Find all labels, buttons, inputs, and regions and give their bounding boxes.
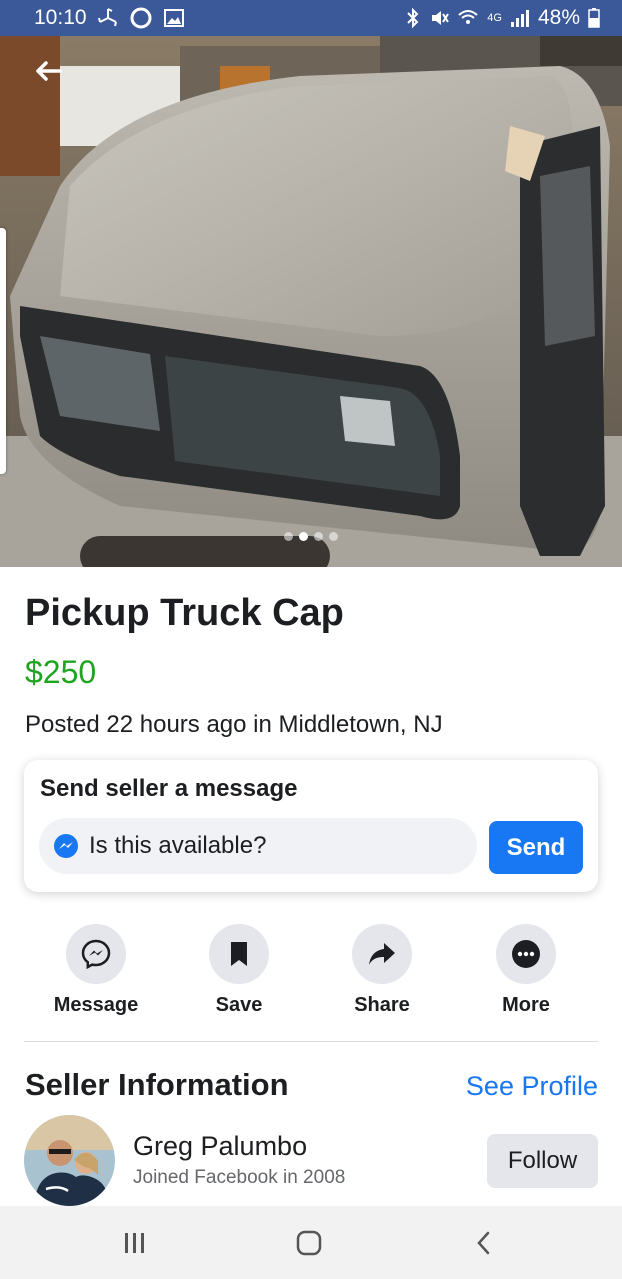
message-input[interactable]: Is this available? [39, 818, 477, 874]
messenger-icon [81, 939, 111, 970]
save-action-label: Save [215, 994, 263, 1016]
back-nav-button[interactable] [464, 1228, 504, 1258]
share-action-circle [352, 924, 412, 984]
listing-posted-info: Posted 22 hours ago in Middletown, NJ [25, 711, 443, 738]
carousel-dot [329, 532, 338, 541]
seller-avatar-image [24, 1115, 115, 1206]
battery-percent: 48% [537, 6, 580, 29]
carousel-dot-active [299, 532, 308, 541]
side-handle[interactable] [0, 228, 6, 474]
listing-title: Pickup Truck Cap [25, 592, 344, 634]
truck-cap-photo [0, 36, 622, 567]
message-action-label: Message [53, 994, 139, 1016]
network-type: 4G [487, 12, 502, 24]
recent-apps-icon [125, 1233, 144, 1253]
bookmark-icon [231, 942, 247, 966]
recent-apps-button[interactable] [115, 1228, 155, 1258]
status-bar: 10:10 4G 48% [0, 0, 622, 36]
home-icon [296, 1230, 322, 1256]
bluetooth-icon [405, 7, 421, 29]
section-divider [24, 1041, 598, 1042]
fan-icon [97, 7, 119, 29]
seller-avatar[interactable] [24, 1115, 115, 1206]
seller-joined-date: Joined Facebook in 2008 [133, 1167, 346, 1188]
message-card-title: Send seller a message [40, 775, 298, 802]
share-action-label: Share [354, 994, 410, 1016]
more-action[interactable]: More [466, 924, 586, 1017]
mute-icon [429, 8, 450, 28]
more-icon [512, 940, 540, 968]
more-action-label: More [502, 994, 550, 1016]
listing-photo-carousel[interactable] [0, 36, 622, 567]
chevron-left-icon [477, 1231, 490, 1255]
signal-icon [510, 8, 530, 28]
share-action[interactable]: Share [322, 924, 442, 1017]
send-button[interactable]: Send [489, 821, 583, 874]
system-nav-bar [0, 1206, 622, 1279]
circle-icon [129, 6, 153, 30]
home-button[interactable] [289, 1228, 329, 1258]
message-action[interactable]: Message [36, 924, 156, 1017]
carousel-dot [284, 532, 293, 541]
back-button[interactable] [28, 56, 68, 86]
action-row: Message Save Share More [0, 924, 622, 1024]
more-action-circle [496, 924, 556, 984]
battery-icon [588, 8, 600, 28]
save-action[interactable]: Save [179, 924, 299, 1017]
seller-info-heading: Seller Information [25, 1067, 289, 1102]
listing-price: $250 [25, 654, 97, 690]
messenger-icon [54, 834, 78, 858]
message-action-circle [66, 924, 126, 984]
see-profile-link[interactable]: See Profile [466, 1071, 598, 1102]
send-message-card: Send seller a message Is this available?… [24, 760, 598, 892]
carousel-dot [314, 532, 323, 541]
share-icon [369, 943, 395, 965]
follow-button[interactable]: Follow [487, 1134, 598, 1188]
save-action-circle [209, 924, 269, 984]
message-input-value: Is this available? [89, 832, 267, 859]
seller-name[interactable]: Greg Palumbo [133, 1131, 307, 1162]
carousel-indicator [284, 532, 338, 541]
back-arrow-icon [36, 61, 62, 81]
wifi-icon [457, 8, 479, 28]
status-time: 10:10 [34, 6, 87, 29]
gallery-icon [163, 8, 185, 28]
